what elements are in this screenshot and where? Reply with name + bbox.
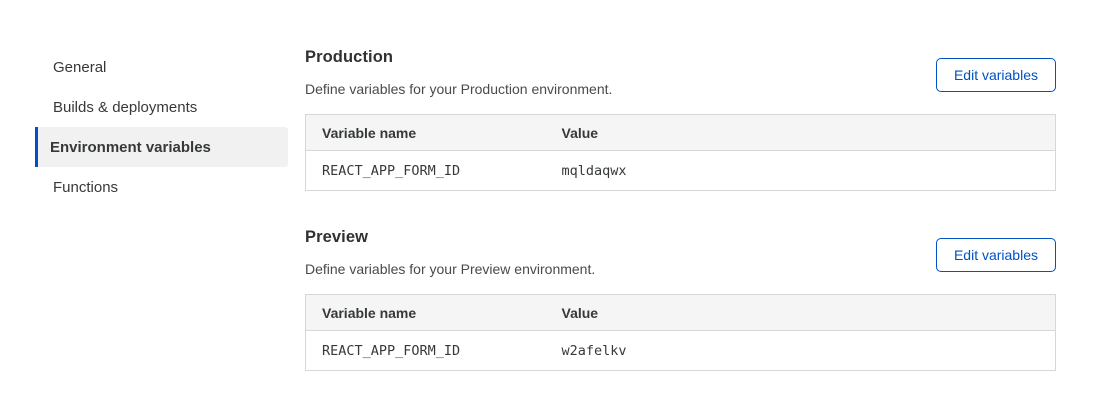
sidebar-item-functions[interactable]: Functions	[35, 167, 288, 207]
sidebar-item-label: Functions	[53, 179, 118, 196]
preview-title: Preview	[305, 228, 595, 247]
preview-edit-variables-button[interactable]: Edit variables	[936, 238, 1056, 272]
production-description: Define variables for your Production env…	[305, 81, 612, 97]
production-variables-table: Variable name Value REACT_APP_FORM_ID mq…	[305, 114, 1056, 191]
variable-value-cell: w2afelkv	[546, 331, 1056, 371]
production-header-text: Production Define variables for your Pro…	[305, 48, 612, 97]
variable-name-column-header: Variable name	[306, 115, 546, 151]
settings-sidebar: General Builds & deployments Environment…	[35, 0, 288, 420]
variable-name-cell: REACT_APP_FORM_ID	[306, 151, 546, 191]
preview-header-text: Preview Define variables for your Previe…	[305, 228, 595, 277]
table-row: REACT_APP_FORM_ID w2afelkv	[306, 331, 1056, 371]
sidebar-item-label: General	[53, 59, 106, 76]
table-row: REACT_APP_FORM_ID mqldaqwx	[306, 151, 1056, 191]
sidebar-item-environment-variables[interactable]: Environment variables	[35, 127, 288, 167]
variable-name-cell: REACT_APP_FORM_ID	[306, 331, 546, 371]
table-header-row: Variable name Value	[306, 295, 1056, 331]
production-section: Production Define variables for your Pro…	[305, 48, 1056, 191]
production-section-header: Production Define variables for your Pro…	[305, 48, 1056, 97]
table-header-row: Variable name Value	[306, 115, 1056, 151]
variable-value-cell: mqldaqwx	[546, 151, 1056, 191]
variable-name-column-header: Variable name	[306, 295, 546, 331]
sidebar-item-general[interactable]: General	[35, 47, 288, 87]
production-title: Production	[305, 48, 612, 67]
value-column-header: Value	[546, 295, 1056, 331]
preview-section-header: Preview Define variables for your Previe…	[305, 228, 1056, 277]
preview-description: Define variables for your Preview enviro…	[305, 261, 595, 277]
environment-variables-content: Production Define variables for your Pro…	[305, 0, 1056, 420]
sidebar-item-builds-deployments[interactable]: Builds & deployments	[35, 87, 288, 127]
sidebar-item-label: Environment variables	[50, 139, 211, 156]
preview-section: Preview Define variables for your Previe…	[305, 228, 1056, 371]
production-edit-variables-button[interactable]: Edit variables	[936, 58, 1056, 92]
sidebar-item-label: Builds & deployments	[53, 99, 197, 116]
preview-variables-table: Variable name Value REACT_APP_FORM_ID w2…	[305, 294, 1056, 371]
value-column-header: Value	[546, 115, 1056, 151]
settings-page: General Builds & deployments Environment…	[0, 0, 1100, 420]
